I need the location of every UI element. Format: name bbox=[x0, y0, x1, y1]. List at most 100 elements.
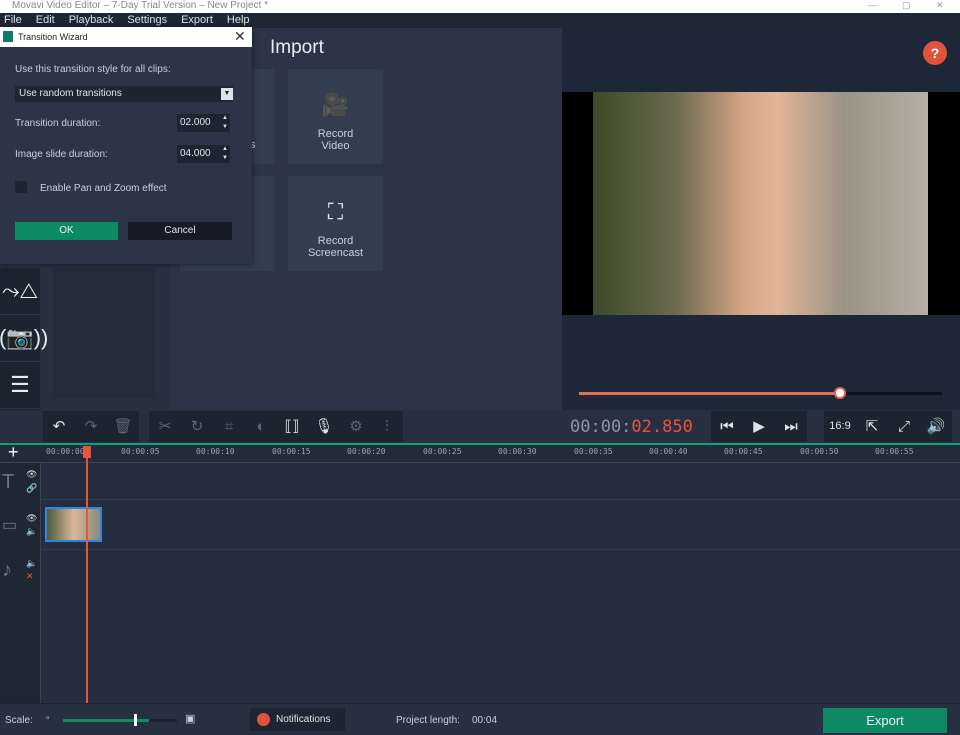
menu-bar: File Edit Playback Settings Export Help bbox=[0, 13, 960, 28]
volume-icon[interactable]: 🔊 bbox=[920, 411, 952, 442]
ruler-tick: 00:00:30 bbox=[498, 447, 537, 456]
transitions-shapes-icon[interactable]: ⤳△ bbox=[0, 268, 40, 315]
rotate-icon[interactable]: ↻ bbox=[181, 411, 213, 442]
lock-icon[interactable]: 🔗 bbox=[26, 483, 37, 494]
aspect-ratio-button[interactable]: 16:9 bbox=[824, 411, 856, 442]
speaker-icon[interactable]: 🔈 bbox=[26, 558, 37, 569]
transition-style-value: Use random transitions bbox=[19, 88, 122, 99]
record-screencast-label: Record Screencast bbox=[307, 235, 364, 259]
fullscreen-icon[interactable]: ⤢ bbox=[888, 411, 920, 442]
playhead-handle[interactable] bbox=[83, 446, 91, 458]
timeline-tracks[interactable] bbox=[0, 463, 960, 703]
delete-icon[interactable]: 🗑 bbox=[107, 411, 139, 442]
zoom-out-icon[interactable]: ▫ bbox=[46, 713, 50, 724]
transition-wizard-icon[interactable]: ⟦⟧ bbox=[276, 411, 308, 442]
video-camera-icon: 🎥 bbox=[321, 92, 350, 117]
minimize-button[interactable]: — bbox=[868, 0, 877, 11]
equalizer-icon[interactable]: ⫶ bbox=[371, 411, 403, 442]
skip-back-icon[interactable]: ⏮ bbox=[711, 411, 743, 442]
undo-icon[interactable]: ↶ bbox=[43, 411, 75, 442]
bell-icon bbox=[257, 713, 270, 726]
scale-label: Scale: bbox=[5, 715, 33, 726]
ruler-tick: 00:00:00 bbox=[46, 447, 85, 456]
transition-style-select[interactable]: Use random transitions ▼ bbox=[15, 86, 233, 102]
detach-preview-icon[interactable]: ⇱ bbox=[856, 411, 888, 442]
window-title: Movavi Video Editor – 7-Day Trial Versio… bbox=[12, 0, 269, 11]
record-screencast-tile[interactable]: ⛶ Record Screencast bbox=[288, 176, 383, 271]
mute-icon[interactable]: ✕ bbox=[26, 571, 34, 582]
ruler-tick: 00:00:45 bbox=[724, 447, 763, 456]
close-window-button[interactable]: ✕ bbox=[936, 0, 944, 11]
eye-icon[interactable]: 👁 bbox=[26, 469, 37, 480]
preview-frame-image bbox=[593, 92, 928, 315]
notifications-button[interactable]: Notifications bbox=[250, 708, 345, 731]
help-button[interactable]: ? bbox=[923, 41, 947, 65]
transition-duration-stepper[interactable]: ▲ ▼ bbox=[220, 114, 230, 132]
scale-slider[interactable] bbox=[63, 719, 177, 722]
ruler-tick: 00:00:15 bbox=[272, 447, 311, 456]
ruler-tick: 00:00:25 bbox=[423, 447, 462, 456]
cut-icon[interactable]: ✂ bbox=[149, 411, 181, 442]
video-track-icon: ▭ bbox=[2, 517, 18, 534]
left-sidebar: ⤳△ ((📷)) ☰ bbox=[0, 268, 48, 410]
speaker-icon[interactable]: 🔈 bbox=[26, 526, 37, 537]
cancel-button[interactable]: Cancel bbox=[128, 222, 232, 240]
project-length-value: 00:04 bbox=[472, 715, 498, 726]
transition-duration-input[interactable]: 02.000 bbox=[177, 114, 221, 132]
menu-file[interactable]: File bbox=[4, 13, 22, 28]
dialog-titlebar: Transition Wizard bbox=[0, 27, 252, 47]
skip-forward-icon[interactable]: ⏭ bbox=[775, 411, 807, 442]
pan-zoom-checkbox[interactable] bbox=[15, 181, 27, 193]
maximize-button[interactable]: ▢ bbox=[902, 0, 911, 11]
redo-icon[interactable]: ↷ bbox=[75, 411, 107, 442]
pan-zoom-label: Enable Pan and Zoom effect bbox=[40, 183, 167, 194]
video-clip[interactable] bbox=[45, 507, 102, 542]
image-slide-duration-label: Image slide duration: bbox=[15, 149, 108, 160]
stickers-camera-icon[interactable]: ((📷)) bbox=[0, 315, 48, 362]
status-bar: Scale: ▫ ▣ Project length: 00:04 bbox=[0, 703, 960, 735]
playhead[interactable] bbox=[86, 447, 88, 703]
edit-toolbar bbox=[0, 410, 960, 444]
notifications-label: Notifications bbox=[276, 714, 331, 725]
ruler-tick: 00:00:50 bbox=[800, 447, 839, 456]
category-list bbox=[53, 268, 155, 398]
menu-help[interactable]: Help bbox=[227, 13, 250, 28]
ok-button[interactable]: OK bbox=[15, 222, 118, 240]
track-headers: T 👁 🔗 ▭ 👁 🔈 ♪ 🔈 ✕ bbox=[0, 463, 41, 703]
window-titlebar: Movavi Video Editor – 7-Day Trial Versio… bbox=[0, 0, 960, 13]
color-adjust-icon[interactable]: ◐ bbox=[245, 411, 277, 442]
play-icon[interactable]: ▶ bbox=[743, 411, 775, 442]
add-track-icon[interactable]: + bbox=[8, 442, 19, 463]
export-button[interactable]: Export bbox=[823, 708, 947, 733]
crop-icon[interactable]: ⌗ bbox=[213, 411, 245, 442]
more-tools-list-icon[interactable]: ☰ bbox=[0, 362, 40, 409]
ruler-tick: 00:00:10 bbox=[196, 447, 235, 456]
seek-bar-progress bbox=[579, 392, 841, 395]
menu-settings[interactable]: Settings bbox=[127, 13, 167, 28]
app-icon bbox=[3, 31, 13, 42]
audio-track-icon: ♪ bbox=[2, 559, 12, 581]
menu-edit[interactable]: Edit bbox=[36, 13, 55, 28]
settings-gear-icon[interactable]: ⚙ bbox=[340, 411, 372, 442]
microphone-icon[interactable]: 🎙 bbox=[308, 411, 340, 442]
menu-export[interactable]: Export bbox=[181, 13, 213, 28]
dialog-close-icon[interactable]: ✕ bbox=[234, 28, 246, 45]
ruler-tick: 00:00:55 bbox=[875, 447, 914, 456]
image-slide-duration-input[interactable]: 04.000 bbox=[177, 145, 221, 163]
scale-slider-handle[interactable] bbox=[134, 714, 137, 726]
project-length-label: Project length: bbox=[396, 715, 460, 726]
image-slide-duration-stepper[interactable]: ▲ ▼ bbox=[220, 145, 230, 163]
menu-playback[interactable]: Playback bbox=[69, 13, 114, 28]
import-title: Import bbox=[270, 37, 324, 58]
transition-duration-label: Transition duration: bbox=[15, 118, 101, 129]
zoom-in-icon[interactable]: ▣ bbox=[185, 712, 195, 725]
text-track-icon: T bbox=[2, 471, 15, 493]
timeline-ruler[interactable]: + 00:00:00 00:00:05 00:00:10 00:00:15 00… bbox=[0, 442, 960, 463]
timecode-current: 02.850 bbox=[631, 417, 693, 437]
timecode-prefix: 00:00: bbox=[570, 417, 632, 437]
screencast-icon: ⛶ bbox=[327, 199, 344, 224]
eye-icon[interactable]: 👁 bbox=[26, 513, 37, 524]
transition-style-label: Use this transition style for all clips: bbox=[15, 64, 171, 75]
ruler-tick: 00:00:40 bbox=[649, 447, 688, 456]
record-video-tile[interactable]: 🎥 Record Video bbox=[288, 69, 383, 164]
